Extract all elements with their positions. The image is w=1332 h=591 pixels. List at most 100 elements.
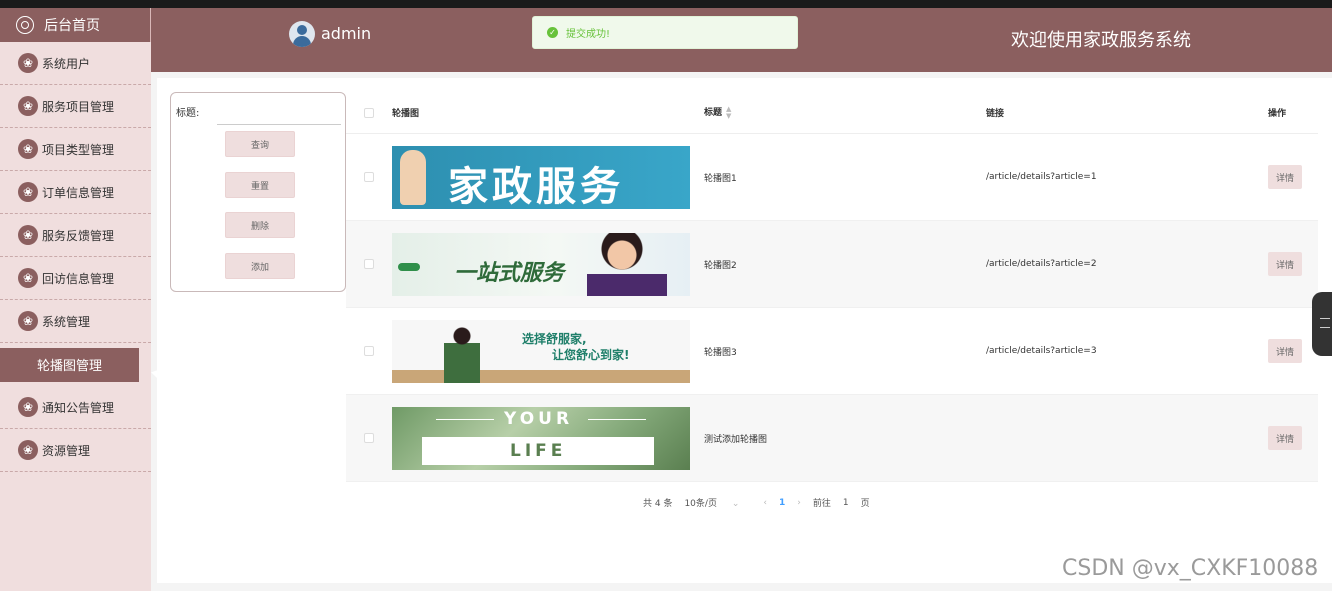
row-title: 轮播图3	[704, 347, 737, 358]
page-size-select[interactable]: 10条/页 ⌄	[684, 496, 751, 509]
sidebar-item-label: 系统用户	[42, 56, 91, 71]
sidebar-item-feedback[interactable]: ❀ 服务反馈管理	[0, 214, 151, 257]
success-toast: ✓ 提交成功!	[532, 16, 798, 49]
flower-icon: ❀	[18, 225, 38, 245]
carousel-image: 家政服务	[392, 145, 690, 209]
select-all-checkbox[interactable]	[363, 107, 374, 118]
add-button[interactable]: 添加	[225, 253, 295, 279]
row-title: 轮播图2	[704, 260, 737, 271]
delete-button[interactable]: 删除	[225, 212, 295, 238]
check-icon: ✓	[547, 27, 558, 38]
table-row: 一站式服务 轮播图2 /article/details?article=2 详情	[346, 221, 1318, 308]
sidebar-active-label: 轮播图管理	[0, 347, 139, 382]
content-panel: 标题: 查询 重置 删除 添加 轮播图 标题 ▲ ▼ 链接 操作 家政服务 轮播图1…	[157, 78, 1332, 583]
row-link: /article/details?article=2	[986, 259, 1097, 269]
detail-button[interactable]: 详情	[1268, 339, 1302, 363]
sidebar-item-notice[interactable]: ❀ 通知公告管理	[0, 386, 151, 429]
sidebar-item-label: 通知公告管理	[42, 400, 115, 415]
row-checkbox[interactable]	[363, 433, 374, 443]
flower-icon: ❀	[18, 268, 38, 288]
sidebar-home[interactable]: 后台首页	[0, 8, 151, 42]
menu-icon	[1320, 318, 1330, 328]
row-checkbox[interactable]	[363, 346, 374, 356]
goto-input[interactable]: 1	[843, 498, 849, 508]
title-label: 标题:	[176, 108, 200, 119]
flower-icon: ❀	[18, 397, 38, 417]
carousel-table: 轮播图 标题 ▲ ▼ 链接 操作 家政服务 轮播图1 /article/detail…	[346, 92, 1318, 482]
carousel-image: YOUR LIFE	[392, 406, 690, 470]
row-checkbox[interactable]	[363, 172, 374, 182]
banner-text: 家政服务	[448, 162, 624, 209]
sidebar: 后台首页 ❀ 系统用户 ❀ 服务项目管理 ❀ 项目类型管理 ❀ 订单信息管理 ❀ 服务反馈…	[0, 8, 151, 591]
username: admin	[321, 24, 372, 43]
pagination: 共 4 条 10条/页 ⌄ ‹ 1 › 前往 1 页	[643, 496, 882, 510]
header-title-label: 标题	[704, 108, 723, 119]
banner-text: 一站式服务	[454, 259, 565, 286]
search-form: 标题: 查询 重置 删除 添加	[170, 92, 346, 292]
row-checkbox[interactable]	[363, 259, 374, 269]
next-page-icon[interactable]: ›	[797, 498, 801, 508]
flower-icon: ❀	[18, 311, 38, 331]
screen-top-bar	[0, 0, 1332, 8]
table-header: 轮播图 标题 ▲ ▼ 链接 操作	[346, 92, 1318, 134]
page-current[interactable]: 1	[779, 498, 785, 508]
home-icon	[16, 16, 34, 34]
flower-icon: ❀	[18, 182, 38, 202]
table-row: 家政服务 轮播图1 /article/details?article=1 详情	[346, 134, 1318, 221]
sidebar-item-label: 资源管理	[42, 443, 91, 458]
table-row: YOUR LIFE 测试添加轮播图 详情	[346, 395, 1318, 482]
flower-icon: ❀	[18, 53, 38, 73]
sidebar-item-carousel[interactable]: 轮播图管理	[0, 343, 151, 386]
sidebar-home-label: 后台首页	[44, 18, 100, 34]
sidebar-item-system[interactable]: ❀ 系统管理	[0, 300, 151, 343]
sidebar-item-label: 项目类型管理	[42, 142, 115, 157]
sidebar-item-service[interactable]: ❀ 服务项目管理	[0, 85, 151, 128]
table-row: 选择舒服家, 让您舒心到家! 轮播图3 /article/details?arti…	[346, 308, 1318, 395]
sidebar-item-resource[interactable]: ❀ 资源管理	[0, 429, 151, 472]
row-link: /article/details?article=3	[986, 346, 1097, 356]
flower-icon: ❀	[18, 440, 38, 460]
watermark: CSDN @vx_CXKF10088	[1062, 556, 1319, 581]
banner-text: YOUR	[504, 408, 574, 429]
sidebar-item-label: 服务项目管理	[42, 99, 115, 114]
floating-menu-button[interactable]	[1312, 292, 1332, 356]
sidebar-item-users[interactable]: ❀ 系统用户	[0, 42, 151, 85]
chevron-down-icon: ⌄	[731, 499, 740, 509]
goto-label: 前往	[812, 499, 831, 509]
flower-icon: ❀	[18, 139, 38, 159]
header-op: 操作	[1268, 109, 1287, 119]
sidebar-item-revisit[interactable]: ❀ 回访信息管理	[0, 257, 151, 300]
pager-total: 共 4 条	[643, 499, 673, 509]
carousel-image: 选择舒服家, 让您舒心到家!	[392, 319, 690, 383]
header-title-col[interactable]: 标题 ▲ ▼	[704, 105, 986, 120]
avatar[interactable]	[289, 21, 315, 47]
sidebar-item-label: 回访信息管理	[42, 271, 115, 286]
header-image: 轮播图	[392, 109, 420, 119]
row-link: /article/details?article=1	[986, 172, 1097, 182]
row-title: 测试添加轮播图	[704, 434, 768, 445]
flower-icon: ❀	[18, 96, 38, 116]
detail-button[interactable]: 详情	[1268, 165, 1302, 189]
banner-text: 选择舒服家,	[522, 331, 587, 346]
sidebar-item-label: 订单信息管理	[42, 185, 115, 200]
toast-text: 提交成功!	[566, 29, 611, 40]
query-button[interactable]: 查询	[225, 131, 295, 157]
page-size-label: 10条/页	[684, 499, 717, 509]
banner-text-2: LIFE	[510, 440, 567, 461]
sidebar-item-type[interactable]: ❀ 项目类型管理	[0, 128, 151, 171]
header-link: 链接	[986, 109, 1005, 119]
detail-button[interactable]: 详情	[1268, 426, 1302, 450]
row-title: 轮播图1	[704, 173, 737, 184]
header-title: 欢迎使用家政服务系统	[1011, 30, 1191, 51]
carousel-image: 一站式服务	[392, 232, 690, 296]
sidebar-item-order[interactable]: ❀ 订单信息管理	[0, 171, 151, 214]
prev-page-icon[interactable]: ‹	[763, 498, 767, 508]
title-input[interactable]	[217, 97, 341, 125]
sidebar-item-label: 系统管理	[42, 314, 91, 329]
sidebar-item-label: 服务反馈管理	[42, 228, 115, 243]
reset-button[interactable]: 重置	[225, 172, 295, 198]
banner-text-2: 让您舒心到家!	[552, 347, 630, 362]
detail-button[interactable]: 详情	[1268, 252, 1302, 276]
page-unit: 页	[860, 499, 870, 509]
sort-icon[interactable]: ▲ ▼	[726, 105, 731, 120]
